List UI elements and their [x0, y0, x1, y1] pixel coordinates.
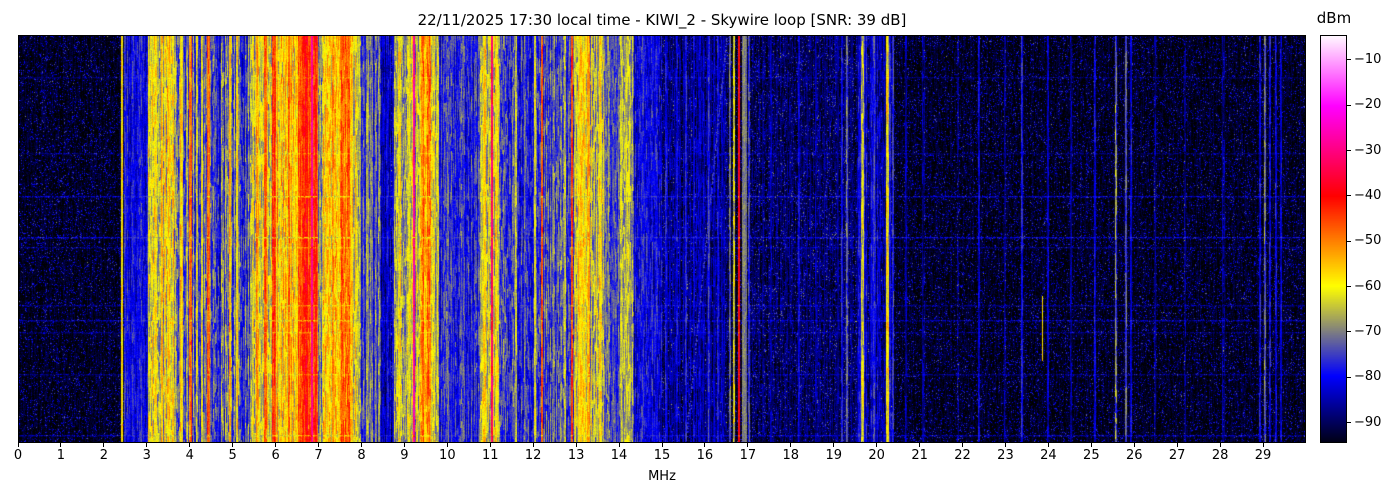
colorbar-tick	[1347, 422, 1351, 424]
x-axis-tick-label: 7	[314, 448, 323, 463]
colorbar-tick-label: −10	[1354, 51, 1382, 67]
x-axis-tick-label: 13	[567, 448, 585, 463]
x-axis-tick-label: 20	[868, 448, 885, 463]
x-axis-tick	[60, 443, 62, 447]
waterfall-canvas	[19, 36, 1305, 442]
colorbar-tick-label: −70	[1354, 323, 1382, 339]
x-axis-tick	[747, 443, 749, 447]
x-axis-label: MHz	[648, 469, 676, 484]
x-axis-tick	[790, 443, 792, 447]
x-axis-tick-label: 23	[997, 448, 1014, 463]
x-axis-tick-label: 16	[696, 448, 714, 463]
colorbar-tick-label: −50	[1354, 233, 1382, 249]
x-axis-tick-label: 12	[524, 448, 542, 463]
colorbar-tick-label: −80	[1354, 369, 1382, 385]
x-axis-tick-label: 24	[1040, 448, 1057, 463]
x-axis-tick	[1262, 443, 1264, 447]
x-axis-tick	[876, 443, 878, 447]
x-axis-tick-label: 9	[400, 448, 409, 463]
x-axis-tick-label: 21	[911, 448, 928, 463]
x-axis-tick-label: 10	[439, 448, 456, 463]
colorbar	[1320, 35, 1347, 443]
colorbar-tick-label: −40	[1354, 187, 1382, 203]
x-axis-tick	[232, 443, 234, 447]
x-axis-tick-label: 8	[357, 448, 366, 463]
x-axis-tick-label: 15	[653, 448, 671, 463]
x-axis-tick-label: 25	[1083, 448, 1100, 463]
waterfall-plot	[18, 35, 1306, 443]
x-axis-tick-label: 5	[228, 448, 237, 463]
plot-title: 22/11/2025 17:30 local time - KIWI_2 - S…	[417, 11, 907, 29]
x-axis-tick	[1047, 443, 1049, 447]
x-axis-tick	[618, 443, 620, 447]
x-axis-tick	[275, 443, 277, 447]
colorbar-tick-label: −20	[1354, 97, 1382, 113]
x-axis-tick	[919, 443, 921, 447]
colorbar-tick	[1347, 150, 1351, 152]
x-axis-tick	[189, 443, 191, 447]
x-axis-tick-label: 18	[782, 448, 800, 463]
x-axis-tick	[661, 443, 663, 447]
x-axis-tick-label: 6	[271, 448, 280, 463]
x-axis-tick-label: 22	[954, 448, 971, 463]
colorbar-tick-label: −90	[1354, 414, 1382, 430]
colorbar-tick-label: −60	[1354, 278, 1382, 294]
colorbar-tick	[1347, 240, 1351, 242]
x-axis-tick-label: 2	[99, 448, 108, 463]
x-axis-tick-label: 19	[825, 448, 842, 463]
x-axis-tick	[1133, 443, 1135, 447]
colorbar-tick	[1347, 331, 1351, 333]
x-axis-tick-label: 28	[1211, 448, 1229, 463]
x-axis-tick	[962, 443, 964, 447]
colorbar-tick	[1347, 104, 1351, 106]
x-axis-tick-label: 26	[1125, 448, 1143, 463]
x-axis-tick-label: 29	[1254, 448, 1272, 463]
x-axis-tick-label: 14	[610, 448, 628, 463]
x-axis-tick	[575, 443, 577, 447]
x-axis-tick	[318, 443, 320, 447]
x-axis-tick	[1176, 443, 1178, 447]
x-axis-tick	[1219, 443, 1221, 447]
colorbar-label: dBm	[1316, 9, 1352, 27]
x-axis-tick	[146, 443, 148, 447]
x-axis-tick	[446, 443, 448, 447]
x-axis-tick-label: 4	[185, 448, 194, 463]
x-axis-tick-label: 27	[1168, 448, 1186, 463]
colorbar-tick	[1347, 286, 1351, 288]
colorbar-canvas	[1321, 36, 1346, 442]
x-axis-tick	[833, 443, 835, 447]
x-axis-tick	[17, 443, 19, 447]
x-axis-tick-label: 11	[481, 448, 499, 463]
x-axis-tick	[103, 443, 105, 447]
x-axis-tick-label: 3	[142, 448, 151, 463]
x-axis-tick	[1090, 443, 1092, 447]
colorbar-tick	[1347, 59, 1351, 61]
x-axis-tick	[360, 443, 362, 447]
x-axis-tick-label: 1	[56, 448, 66, 463]
x-axis-tick	[403, 443, 405, 447]
x-axis-tick-label: 17	[739, 448, 757, 463]
x-axis-tick	[704, 443, 706, 447]
colorbar-tick-label: −30	[1354, 142, 1382, 158]
x-axis-tick-label: 0	[13, 448, 23, 463]
colorbar-tick	[1347, 376, 1351, 378]
x-axis-tick	[489, 443, 491, 447]
x-axis-tick	[532, 443, 534, 447]
x-axis-tick	[1004, 443, 1006, 447]
spectrogram-figure: 22/11/2025 17:30 local time - KIWI_2 - S…	[0, 0, 1400, 500]
colorbar-tick	[1347, 195, 1351, 197]
